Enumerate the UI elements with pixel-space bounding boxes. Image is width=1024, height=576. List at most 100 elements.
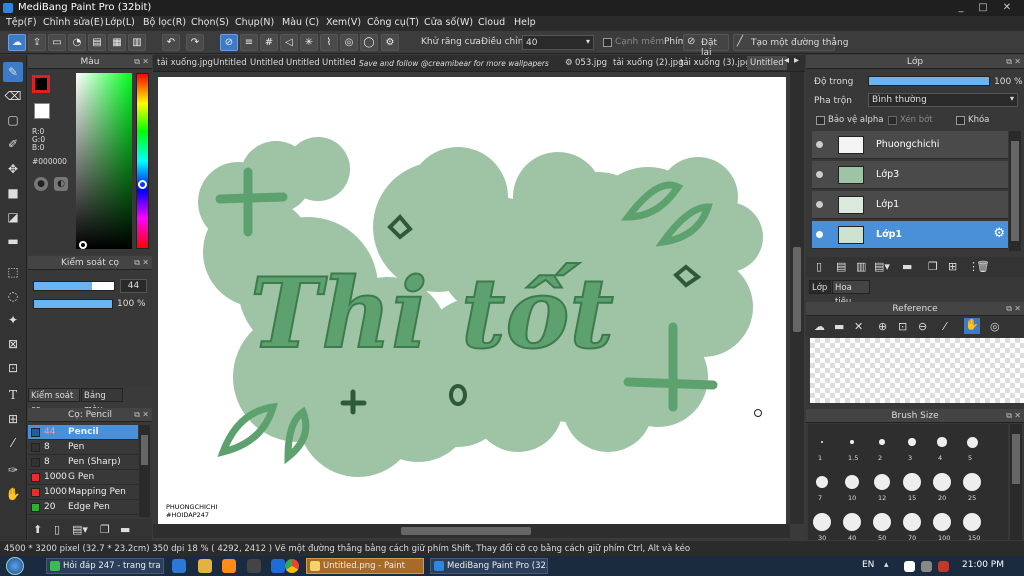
- soft-edge-checkbox[interactable]: [603, 38, 612, 47]
- fit-icon[interactable]: ⊡: [898, 320, 907, 333]
- snap-radial-icon[interactable]: ✳: [300, 34, 318, 51]
- brush-size-dot[interactable]: [844, 474, 860, 490]
- menu-filter[interactable]: Bộ lọc(R): [143, 17, 186, 28]
- canvas-area[interactable]: Thi tốt PHUONGCHICHI #HOIDAP247: [153, 72, 805, 540]
- add-brush-icon[interactable]: ⬆: [33, 523, 42, 536]
- snap-vanish-icon[interactable]: ◁: [280, 34, 298, 51]
- select-icon[interactable]: ⬚: [3, 262, 23, 282]
- tab-document[interactable]: 053.jpg: [575, 58, 607, 68]
- canvas-vertical-scrollbar[interactable]: [790, 72, 804, 524]
- zoom-in-icon[interactable]: ⊕: [878, 320, 887, 333]
- secondary-color-swatch[interactable]: [34, 103, 50, 119]
- eye-icon[interactable]: [816, 141, 823, 148]
- clipping-checkbox[interactable]: [888, 116, 897, 125]
- brush-list-scrollbar[interactable]: [139, 425, 150, 517]
- brush-item[interactable]: 1000 G Pen: [28, 470, 138, 485]
- brush-item[interactable]: 20 Edge Pen: [28, 500, 138, 515]
- brush-size-dot[interactable]: [933, 473, 951, 491]
- word-icon[interactable]: [271, 559, 285, 573]
- float-icon[interactable]: ⧉: [134, 55, 140, 69]
- layers-scrollbar[interactable]: [1009, 131, 1021, 251]
- layer-row[interactable]: Lớp1: [812, 191, 1008, 219]
- blend-mode-select[interactable]: Bình thường ▾: [868, 93, 1018, 107]
- float-icon[interactable]: ⧉: [134, 256, 140, 270]
- close-icon[interactable]: ✕: [142, 408, 149, 422]
- folder-icon[interactable]: ▬: [120, 523, 130, 536]
- eye-icon[interactable]: [816, 171, 823, 178]
- pen-icon[interactable]: ✐: [3, 134, 23, 154]
- brush-size-value[interactable]: 44: [120, 279, 147, 293]
- tab-layers[interactable]: Lớp: [809, 280, 831, 294]
- ie-icon[interactable]: [172, 559, 186, 573]
- panel-icon[interactable]: ▦: [108, 34, 126, 51]
- close-icon[interactable]: ✕: [1014, 302, 1021, 316]
- brush-size-dot[interactable]: [963, 473, 981, 491]
- menu-layer[interactable]: Lớp(L): [105, 17, 135, 28]
- layer-add-dropdown-icon[interactable]: ▤▾: [874, 260, 890, 273]
- layer-row-selected[interactable]: Lớp1 ⚙: [812, 221, 1008, 249]
- snap-circle-icon[interactable]: ◎: [340, 34, 358, 51]
- text-icon[interactable]: T: [3, 385, 23, 405]
- brush-icon[interactable]: ✎: [3, 62, 23, 82]
- straight-line-button[interactable]: ╱ Tạo một đường thẳng: [733, 34, 848, 51]
- snap-off-icon[interactable]: ⊘: [220, 34, 238, 51]
- brush-size-dot[interactable]: [815, 475, 829, 489]
- brush-size-slider[interactable]: [33, 281, 115, 291]
- float-icon[interactable]: ⧉: [1006, 55, 1012, 69]
- undo-icon[interactable]: ↶: [162, 34, 180, 51]
- brush-size-dot[interactable]: [903, 513, 921, 531]
- brush-size-dot[interactable]: [873, 473, 891, 491]
- trash-icon[interactable]: 🗑: [976, 260, 990, 273]
- lock-checkbox[interactable]: [956, 116, 965, 125]
- share-icon[interactable]: ⇪: [28, 34, 46, 51]
- reference-canvas[interactable]: [810, 338, 1024, 403]
- page-icon[interactable]: ▤: [88, 34, 106, 51]
- brush-item[interactable]: 44 Pencil ⚙: [28, 425, 150, 440]
- snap-cross-icon[interactable]: #: [260, 34, 278, 51]
- adjust-select[interactable]: 40 ▾: [522, 35, 594, 50]
- brush-size-dot[interactable]: [813, 513, 831, 531]
- tray-icon[interactable]: [938, 561, 949, 572]
- close-icon[interactable]: ✕: [1014, 55, 1021, 69]
- tab-navigator[interactable]: Hoa tiêu: [832, 280, 870, 307]
- minimize-button[interactable]: _: [952, 1, 970, 15]
- grid-icon[interactable]: ▥: [128, 34, 146, 51]
- tab-document[interactable]: tải xuống (2).jpg: [613, 58, 684, 68]
- tray-up-icon[interactable]: ▴: [884, 560, 889, 570]
- menu-cloud[interactable]: Cloud: [478, 17, 505, 28]
- float-icon[interactable]: ⧉: [1006, 409, 1012, 423]
- select-eraser-icon[interactable]: ⊡: [3, 358, 23, 378]
- brush-size-dot[interactable]: [821, 441, 823, 443]
- bucket-icon[interactable]: ◪: [3, 207, 23, 227]
- move-icon[interactable]: ✥: [3, 159, 23, 179]
- eye-icon[interactable]: [816, 201, 823, 208]
- start-button[interactable]: [6, 557, 24, 575]
- close-button[interactable]: ✕: [998, 1, 1016, 15]
- duplicate-layer-icon[interactable]: ❐: [928, 260, 938, 273]
- comment-icon[interactable]: ▭: [48, 34, 66, 51]
- snap-curve-icon[interactable]: ⌇: [320, 34, 338, 51]
- rectangle-icon[interactable]: ▢: [3, 110, 23, 130]
- tab-scroll-right-icon[interactable]: ▸: [794, 55, 799, 66]
- media-icon[interactable]: [222, 559, 236, 573]
- divide-icon[interactable]: ⊞: [3, 409, 23, 429]
- hue-slider[interactable]: [136, 73, 149, 249]
- hand-icon[interactable]: ✋: [964, 318, 980, 334]
- tab-document[interactable]: Untitled: [322, 58, 356, 68]
- hand-icon[interactable]: ✋: [3, 484, 23, 504]
- brush-opacity-slider[interactable]: [33, 299, 113, 309]
- close-icon[interactable]: ✕: [854, 320, 863, 333]
- zoom-out-icon[interactable]: ⊖: [918, 320, 927, 333]
- saturation-value-picker[interactable]: [76, 73, 132, 249]
- gradient-icon[interactable]: ▬: [3, 231, 23, 251]
- eyedropper-icon[interactable]: ⁄: [3, 433, 23, 453]
- layer-row[interactable]: Lớp3: [812, 161, 1008, 189]
- tray-icon[interactable]: [904, 561, 915, 572]
- folder-icon[interactable]: ▬: [902, 260, 912, 273]
- app-icon[interactable]: [247, 559, 261, 573]
- close-icon[interactable]: ✕: [142, 256, 149, 270]
- eraser-icon[interactable]: ⌫: [3, 86, 23, 106]
- brush-item[interactable]: 8 Pen (Sharp): [28, 455, 138, 470]
- taskbar-medibang[interactable]: MediBang Paint Pro (32...: [430, 558, 548, 574]
- primary-color-swatch[interactable]: [32, 75, 50, 93]
